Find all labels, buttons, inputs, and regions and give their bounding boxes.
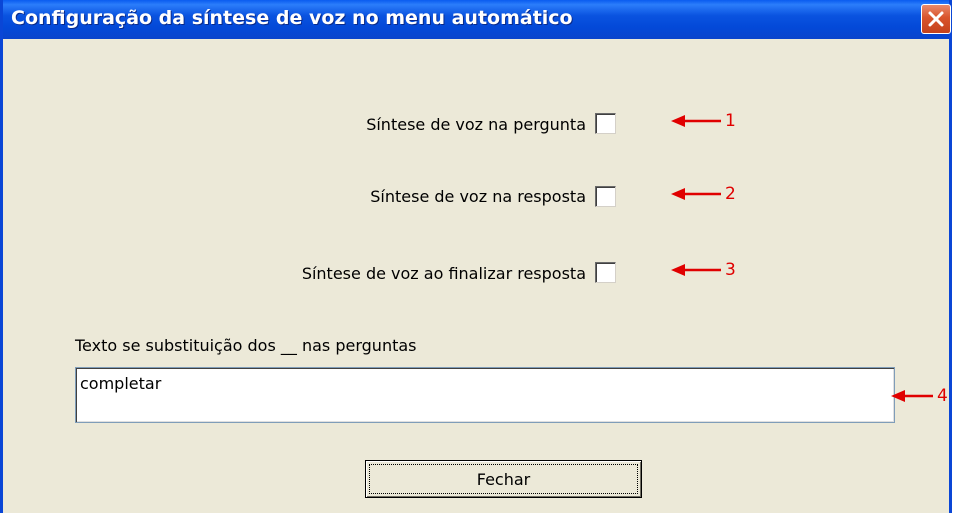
close-button[interactable] [921, 4, 951, 34]
option-finish-label: Síntese de voz ao finalizar resposta [301, 264, 586, 283]
annotation-arrow-3: 3 [671, 260, 736, 280]
left-arrow-icon [671, 188, 721, 200]
annotation-number: 2 [725, 184, 736, 204]
dialog-window: Configuração da síntese de voz no menu a… [0, 0, 952, 513]
annotation-number: 3 [725, 260, 736, 280]
left-arrow-icon [891, 390, 933, 402]
option-answer-checkbox[interactable] [595, 186, 616, 207]
close-icon [928, 11, 944, 27]
annotation-arrow-1: 1 [671, 111, 736, 131]
option-question-checkbox[interactable] [595, 113, 616, 134]
annotation-arrow-4: 4 [891, 386, 948, 406]
window-title: Configuração da síntese de voz no menu a… [11, 7, 573, 29]
title-bar[interactable]: Configuração da síntese de voz no menu a… [3, 0, 951, 39]
close-dialog-button[interactable]: Fechar [365, 460, 642, 498]
option-finish-checkbox[interactable] [595, 262, 616, 283]
replacement-text-input[interactable]: completar [75, 367, 895, 423]
replacement-text-label: Texto se substituição dos __ nas pergunt… [75, 336, 417, 355]
left-arrow-icon [671, 115, 721, 127]
annotation-arrow-2: 2 [671, 184, 736, 204]
option-answer-label: Síntese de voz na resposta [370, 187, 586, 206]
option-question-label: Síntese de voz na pergunta [366, 115, 586, 134]
close-dialog-button-label: Fechar [369, 464, 638, 494]
left-arrow-icon [671, 264, 721, 276]
annotation-number: 1 [725, 111, 736, 131]
annotation-number: 4 [937, 386, 948, 406]
